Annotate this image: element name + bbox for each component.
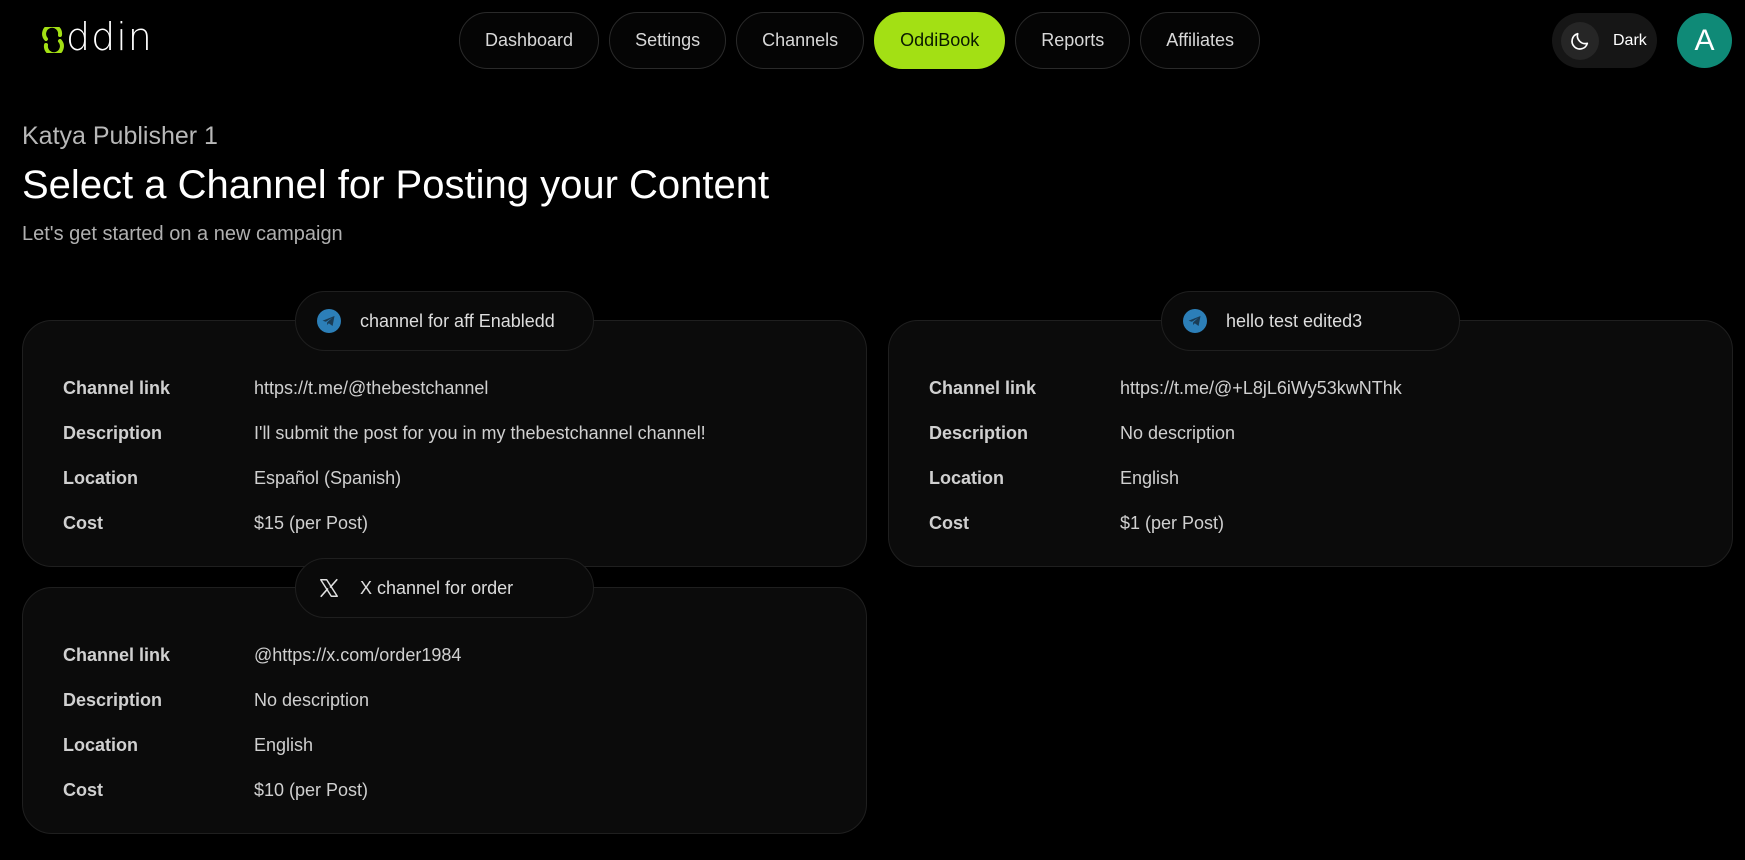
logo[interactable]: ddin: [42, 12, 153, 62]
logo-text: ddin: [66, 15, 153, 59]
nav-channels[interactable]: Channels: [736, 12, 865, 69]
value-description: No description: [1120, 423, 1236, 443]
label-cost: Cost: [63, 513, 103, 533]
channel-card[interactable]: hello test edited3 Channel link https://…: [888, 291, 1733, 567]
channel-badge: X channel for order: [295, 558, 594, 618]
publisher-name: Katya Publisher 1: [22, 122, 218, 150]
detail-row-cost: Cost $10 (per Post): [63, 768, 846, 813]
logo-mark-icon: [42, 27, 64, 53]
label-location: Location: [63, 468, 138, 488]
telegram-icon: [1183, 309, 1207, 333]
label-description: Description: [63, 423, 163, 443]
label-cost: Cost: [63, 780, 103, 800]
value-channel-link: @https://x.com/order1984: [254, 645, 462, 665]
x-icon: [317, 576, 341, 600]
label-location: Location: [929, 468, 1004, 488]
value-cost: $15 (per Post): [254, 513, 369, 533]
label-cost: Cost: [929, 513, 969, 533]
channel-name: channel for aff Enabledd: [360, 310, 555, 331]
detail-row-location: Location Español (Spanish): [63, 456, 846, 501]
nav-affiliates[interactable]: Affiliates: [1140, 12, 1260, 69]
label-channel-link: Channel link: [63, 378, 171, 398]
detail-row-description: Description No description: [63, 678, 846, 723]
value-location: English: [254, 735, 314, 755]
channel-details: Channel link https://t.me/@thebestchanne…: [63, 366, 846, 546]
value-cost: $10 (per Post): [254, 780, 369, 800]
detail-row-location: Location English: [63, 723, 846, 768]
moon-icon: [1571, 32, 1589, 50]
channel-badge: channel for aff Enabledd: [295, 291, 594, 351]
nav-settings[interactable]: Settings: [609, 12, 727, 69]
label-channel-link: Channel link: [63, 645, 171, 665]
channel-card[interactable]: channel for aff Enabledd Channel link ht…: [22, 291, 867, 567]
value-location: English: [1120, 468, 1180, 488]
label-description: Description: [63, 690, 163, 710]
nav-reports[interactable]: Reports: [1015, 12, 1131, 69]
channel-details: Channel link @https://x.com/order1984 De…: [63, 633, 846, 813]
label-location: Location: [63, 735, 138, 755]
detail-row-link: Channel link @https://x.com/order1984: [63, 633, 846, 678]
channel-name: X channel for order: [360, 577, 514, 598]
detail-row-link: Channel link https://t.me/@thebestchanne…: [63, 366, 846, 411]
detail-row-cost: Cost $15 (per Post): [63, 501, 846, 546]
value-channel-link: https://t.me/@thebestchannel: [254, 378, 489, 398]
detail-row-cost: Cost $1 (per Post): [929, 501, 1712, 546]
channel-name: hello test edited3: [1226, 310, 1363, 331]
detail-row-link: Channel link https://t.me/@+L8jL6iWy53kw…: [929, 366, 1712, 411]
main-nav: Dashboard Settings Channels OddiBook Rep…: [459, 12, 1260, 69]
detail-row-description: Description I'll submit the post for you…: [63, 411, 846, 456]
telegram-icon: [317, 309, 341, 333]
detail-row-description: Description No description: [929, 411, 1712, 456]
label-channel-link: Channel link: [929, 378, 1037, 398]
page-title: Select a Channel for Posting your Conten…: [22, 163, 770, 207]
label-description: Description: [929, 423, 1029, 443]
value-description: No description: [254, 690, 370, 710]
detail-row-location: Location English: [929, 456, 1712, 501]
value-location: Español (Spanish): [254, 468, 402, 488]
page-subtitle: Let's get started on a new campaign: [22, 223, 343, 245]
nav-dashboard[interactable]: Dashboard: [459, 12, 600, 69]
avatar[interactable]: A: [1677, 13, 1732, 68]
theme-label: Dark: [1613, 31, 1647, 49]
channel-badge: hello test edited3: [1161, 291, 1460, 351]
value-description: I'll submit the post for you in my thebe…: [254, 423, 706, 443]
channel-card[interactable]: X channel for order Channel link @https:…: [22, 558, 867, 834]
theme-toggle[interactable]: Dark: [1552, 13, 1657, 68]
channel-details: Channel link https://t.me/@+L8jL6iWy53kw…: [929, 366, 1712, 546]
value-cost: $1 (per Post): [1120, 513, 1225, 533]
nav-oddibook[interactable]: OddiBook: [874, 12, 1006, 69]
top-header: ddin Dashboard Settings Channels OddiBoo…: [0, 0, 1745, 80]
theme-icon-wrap: [1561, 21, 1599, 60]
value-channel-link: https://t.me/@+L8jL6iWy53kwNThk: [1120, 378, 1402, 398]
